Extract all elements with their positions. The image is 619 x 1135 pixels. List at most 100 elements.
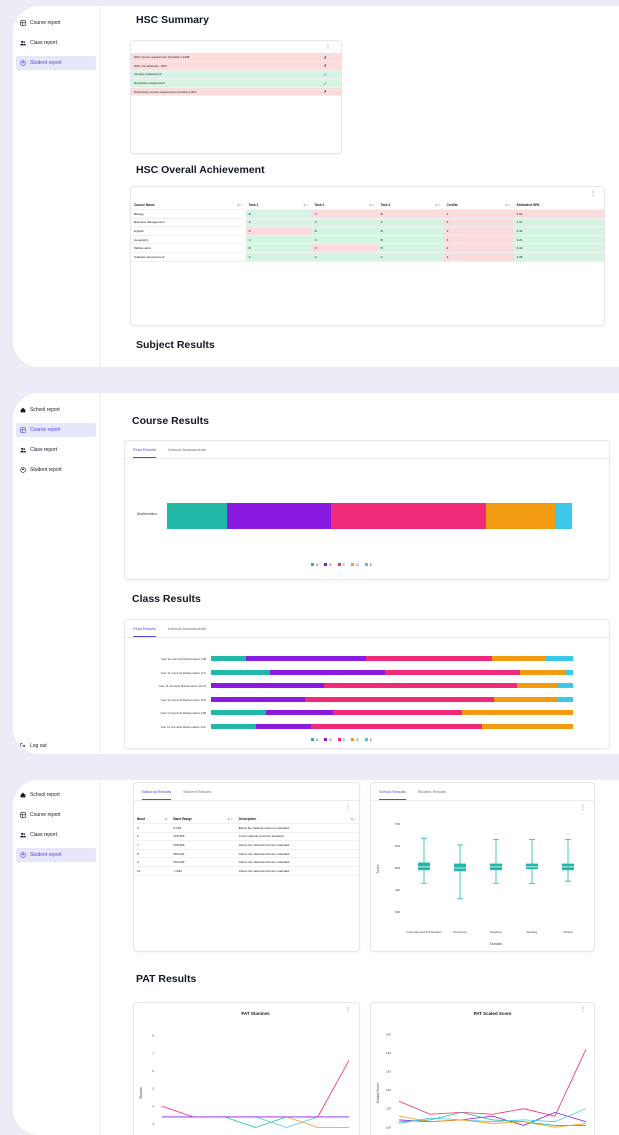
bar-segment-D[interactable] [520, 669, 567, 675]
bar-segment-C[interactable] [323, 683, 517, 688]
legend-item[interactable]: B [324, 563, 332, 567]
nav-item-student-report[interactable]: Student report [16, 848, 96, 862]
bar-segment-E[interactable] [554, 503, 572, 529]
sort-filter-icon[interactable]: ⇅ ⌕ [351, 817, 356, 821]
bar-segment-B[interactable] [270, 669, 386, 675]
column-header[interactable]: Course Name ⇅ ⌕ [131, 201, 246, 211]
column-header[interactable]: Estimated GPA [513, 201, 604, 211]
box-plot-item[interactable] [418, 837, 430, 884]
box-plot-item[interactable] [526, 839, 538, 884]
nav-item-student-report[interactable]: Student report [16, 463, 96, 477]
tab-school-results[interactable]: School Results [379, 783, 406, 800]
tab-internal-assessments[interactable]: Internal Assessments [168, 447, 206, 452]
logout-button[interactable]: Log out [16, 739, 47, 753]
sort-filter-icon[interactable]: ⇅ ⌕ [505, 203, 510, 207]
box-plot-item[interactable] [490, 839, 502, 884]
kebab-menu-icon[interactable]: ⋮ [345, 1007, 351, 1013]
bar-segment-C[interactable] [330, 503, 486, 529]
sort-filter-icon[interactable]: ⇅ ⌕ [303, 203, 308, 207]
bar-segment-D[interactable] [492, 656, 545, 661]
series-line[interactable] [162, 1116, 349, 1128]
kebab-menu-icon[interactable]: ⋮ [325, 45, 331, 51]
box-plot-item[interactable] [562, 839, 574, 882]
bar-segment-B[interactable] [246, 656, 366, 661]
y-tick-label: 130 [386, 1069, 391, 1073]
table-cell: 3 [443, 252, 514, 262]
bar-segment-A[interactable] [211, 723, 257, 729]
column-header[interactable]: Credits ⇅ ⌕ [443, 201, 514, 211]
column-header[interactable]: Task 1 ⇅ ⌕ [245, 201, 312, 211]
nav-item-course-report[interactable]: Course report [16, 808, 96, 822]
legend-item[interactable]: A [311, 738, 318, 742]
legend-item[interactable]: D [351, 738, 359, 742]
nav-item-class-report[interactable]: Class report [16, 36, 96, 50]
kebab-menu-icon[interactable]: ⋮ [345, 805, 351, 811]
bar-segment-E[interactable] [557, 696, 573, 702]
series-line[interactable] [161, 1060, 350, 1118]
series-line[interactable] [162, 1116, 349, 1128]
sort-filter-icon[interactable]: ⇅ [165, 817, 168, 821]
sort-filter-icon[interactable]: ⇅ ⌕ [369, 203, 374, 207]
bar-segment-C[interactable] [305, 696, 495, 702]
bar-segment-D[interactable] [516, 683, 557, 688]
bar-segment-A[interactable] [211, 669, 271, 675]
legend-item[interactable]: E [364, 563, 372, 567]
legend-item[interactable]: E [364, 738, 372, 742]
bar-segment-D[interactable] [494, 696, 558, 702]
bar-segment-B[interactable] [266, 710, 333, 715]
sort-filter-icon[interactable]: ⇅ ⌕ [435, 203, 440, 207]
y-tick-label: 300 [395, 910, 400, 914]
kebab-menu-icon[interactable]: ⋮ [590, 191, 596, 197]
bar-segment-E[interactable] [556, 683, 573, 688]
column-header[interactable]: Task 3 ⇅ ⌕ [377, 201, 444, 211]
chart-title: PAT Scaled Score [474, 1011, 512, 1016]
bar-segment-D[interactable] [482, 723, 573, 729]
column-header[interactable]: Description ⇅ ⌕ [235, 815, 359, 825]
bar-segment-C[interactable] [332, 710, 463, 715]
legend-swatch [324, 738, 328, 741]
kebab-menu-icon[interactable]: ⋮ [580, 1007, 586, 1013]
bar-segment-B[interactable] [227, 503, 331, 529]
nav-item-course-report[interactable]: Course report [16, 423, 96, 437]
legend-item[interactable]: D [351, 563, 359, 567]
nav-item-class-report[interactable]: Class report [16, 443, 96, 457]
bar-segment-B[interactable] [211, 696, 306, 702]
tab-student-results[interactable]: Student Results [418, 789, 446, 794]
legend-item[interactable]: C [337, 738, 345, 742]
bar-segment-C[interactable] [365, 656, 493, 661]
bar-segment-A[interactable] [167, 503, 228, 529]
column-header[interactable]: Band Range ⇅ ⌕ [170, 815, 236, 825]
sort-filter-icon[interactable]: ⇅ ⌕ [227, 817, 232, 821]
bar-segment-A[interactable] [211, 710, 267, 715]
tab-final-results[interactable]: Final Results [133, 620, 157, 637]
tab-student-results[interactable]: Student Results [183, 789, 211, 794]
tab-final-results[interactable]: Final Results [133, 441, 157, 458]
box-plot-item[interactable] [454, 844, 466, 900]
column-header-label: Estimated GPA [516, 203, 540, 208]
bar-segment-A[interactable] [211, 656, 247, 661]
tab-national-results[interactable]: National Results [142, 783, 172, 800]
legend-item[interactable]: B [324, 738, 332, 742]
sort-filter-icon[interactable]: ⇅ ⌕ [237, 203, 242, 207]
bar-segment-E[interactable] [566, 669, 573, 675]
column-header[interactable]: Band ⇅ [134, 815, 171, 825]
legend-item[interactable]: A [311, 563, 318, 567]
bar-segment-D[interactable] [485, 503, 555, 529]
nav-item-course-report[interactable]: Course report [16, 16, 96, 30]
bar-segment-E[interactable] [544, 656, 573, 661]
legend-item[interactable]: C [337, 563, 345, 567]
series-line[interactable] [162, 1116, 349, 1128]
bar-segment-D[interactable] [462, 710, 573, 715]
column-header[interactable]: Task 2 ⇅ ⌕ [311, 201, 378, 211]
nav-item-student-report[interactable]: Student report [16, 56, 96, 70]
bar-segment-B[interactable] [211, 683, 324, 688]
nav-item-class-report[interactable]: Class report [16, 828, 96, 842]
tab-internal-assessments[interactable]: Internal Assessments [168, 626, 206, 631]
bar-segment-C[interactable] [310, 723, 483, 729]
bar-segment-B[interactable] [256, 723, 311, 729]
nav-item-school-report[interactable]: School report [16, 403, 96, 417]
series-line[interactable] [398, 1049, 587, 1117]
nav-item-school-report[interactable]: School report [16, 788, 96, 802]
y-tick-label: 400 [395, 888, 400, 892]
bar-segment-C[interactable] [385, 669, 521, 675]
